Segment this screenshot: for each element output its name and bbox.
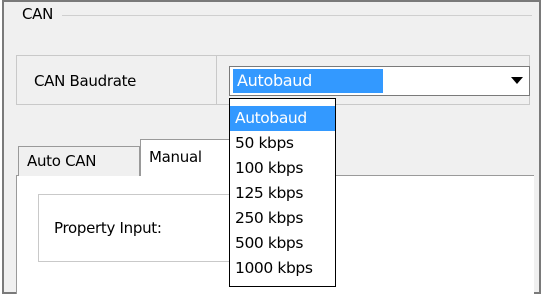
dropdown-option-1000-kbps[interactable]: 1000 kbps — [230, 256, 335, 281]
baudrate-dropdown-list[interactable]: Autobaud 50 kbps 100 kbps 125 kbps 250 k… — [229, 98, 336, 287]
chevron-down-icon[interactable] — [511, 77, 523, 84]
group-title: CAN — [22, 5, 54, 23]
dropdown-option-autobaud[interactable]: Autobaud — [230, 106, 335, 131]
dropdown-option-500-kbps[interactable]: 500 kbps — [230, 231, 335, 256]
group-divider — [62, 15, 532, 16]
dropdown-option-250-kbps[interactable]: 250 kbps — [230, 206, 335, 231]
baudrate-label: CAN Baudrate — [34, 72, 137, 90]
dropdown-option-125-kbps[interactable]: 125 kbps — [230, 181, 335, 206]
tab-auto-can[interactable]: Auto CAN — [18, 146, 140, 176]
baudrate-selected-value: Autobaud — [233, 69, 383, 93]
baudrate-combobox[interactable]: Autobaud — [229, 66, 530, 96]
dropdown-option-50-kbps[interactable]: 50 kbps — [230, 131, 335, 156]
dropdown-option-100-kbps[interactable]: 100 kbps — [230, 156, 335, 181]
property-input-label: Property Input: — [54, 219, 162, 237]
tab-manual[interactable]: Manual — [140, 139, 230, 176]
row-divider — [216, 55, 217, 105]
